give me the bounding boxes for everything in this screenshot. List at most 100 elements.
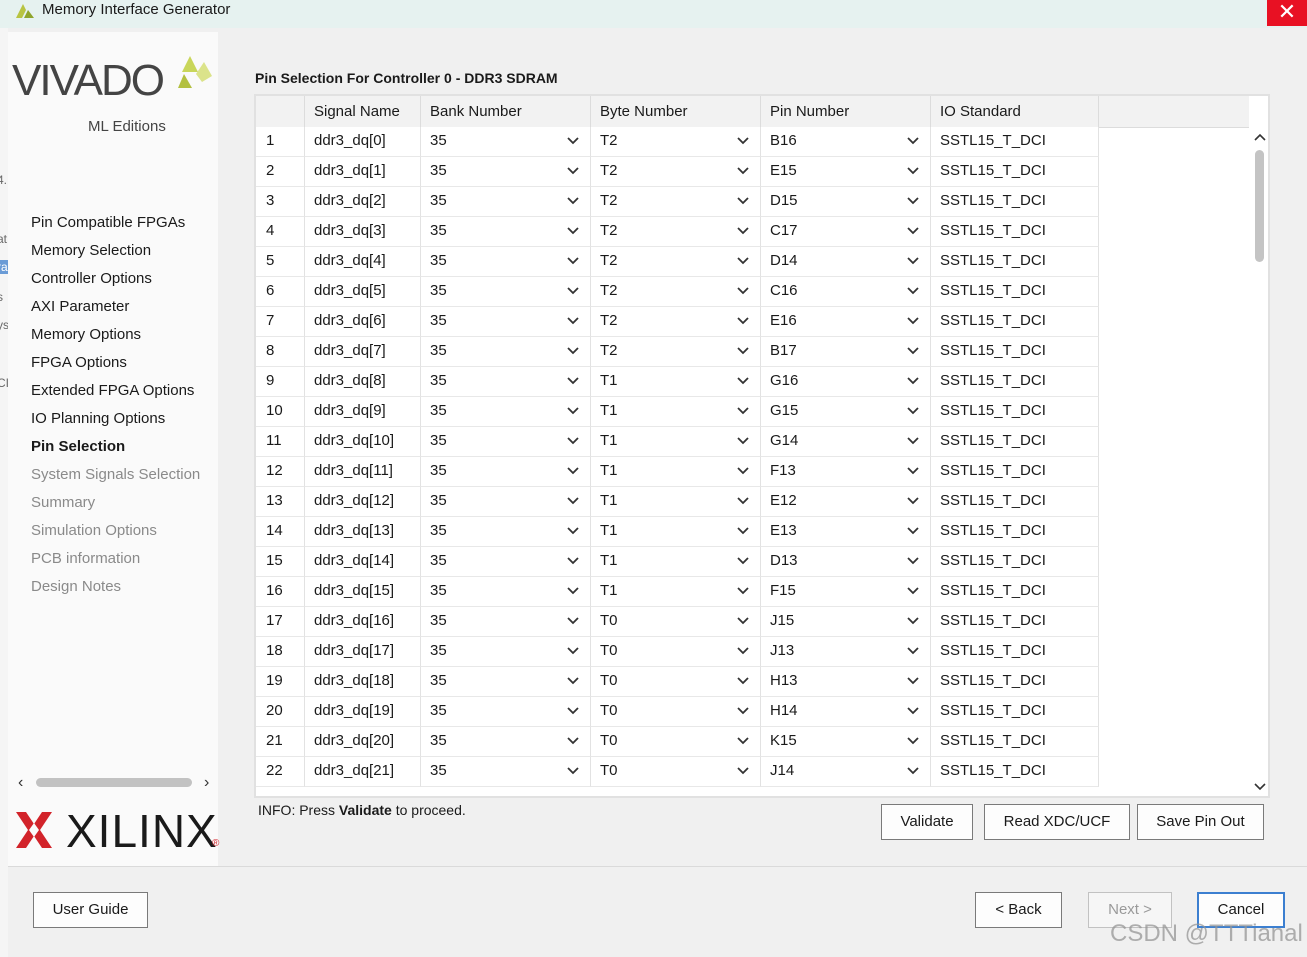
scroll-left-icon[interactable]: ‹ xyxy=(18,774,23,792)
scroll-thumb[interactable] xyxy=(36,778,192,787)
table-row[interactable]: 4 ddr3_dq[3] 35 T2 C17 SSTL15_T_DCI xyxy=(256,217,1249,247)
byte-number-dropdown[interactable]: T0 xyxy=(591,727,761,757)
pin-number-dropdown[interactable]: E13 xyxy=(761,517,931,547)
bank-number-dropdown[interactable]: 35 xyxy=(421,697,591,727)
chevron-down-icon[interactable] xyxy=(566,316,580,326)
nav-item-fpga-options[interactable]: FPGA Options xyxy=(31,353,127,373)
bank-number-dropdown[interactable]: 35 xyxy=(421,127,591,157)
pin-number-dropdown[interactable]: B17 xyxy=(761,337,931,367)
chevron-down-icon[interactable] xyxy=(736,466,750,476)
chevron-down-icon[interactable] xyxy=(906,406,920,416)
scroll-up-icon[interactable] xyxy=(1253,132,1267,142)
byte-number-dropdown[interactable]: T0 xyxy=(591,667,761,697)
table-row[interactable]: 7 ddr3_dq[6] 35 T2 E16 SSTL15_T_DCI xyxy=(256,307,1249,337)
byte-number-dropdown[interactable]: T1 xyxy=(591,487,761,517)
chevron-down-icon[interactable] xyxy=(566,166,580,176)
nav-item-controller-options[interactable]: Controller Options xyxy=(31,269,152,289)
bank-number-dropdown[interactable]: 35 xyxy=(421,487,591,517)
nav-item-io-planning-options[interactable]: IO Planning Options xyxy=(31,409,165,429)
pin-number-dropdown[interactable]: E16 xyxy=(761,307,931,337)
chevron-down-icon[interactable] xyxy=(736,646,750,656)
bank-number-dropdown[interactable]: 35 xyxy=(421,247,591,277)
chevron-down-icon[interactable] xyxy=(906,256,920,266)
chevron-down-icon[interactable] xyxy=(906,466,920,476)
bank-number-dropdown[interactable]: 35 xyxy=(421,547,591,577)
table-row[interactable]: 5 ddr3_dq[4] 35 T2 D14 SSTL15_T_DCI xyxy=(256,247,1249,277)
table-row[interactable]: 6 ddr3_dq[5] 35 T2 C16 SSTL15_T_DCI xyxy=(256,277,1249,307)
nav-item-pin-selection[interactable]: Pin Selection xyxy=(31,437,125,457)
pin-number-dropdown[interactable]: F15 xyxy=(761,577,931,607)
byte-number-dropdown[interactable]: T1 xyxy=(591,427,761,457)
scroll-thumb[interactable] xyxy=(1255,150,1264,262)
scroll-right-icon[interactable]: › xyxy=(204,774,209,792)
pin-number-dropdown[interactable]: H14 xyxy=(761,697,931,727)
chevron-down-icon[interactable] xyxy=(566,706,580,716)
bank-number-dropdown[interactable]: 35 xyxy=(421,277,591,307)
byte-number-dropdown[interactable]: T1 xyxy=(591,367,761,397)
validate-button[interactable]: Validate xyxy=(881,804,973,840)
chevron-down-icon[interactable] xyxy=(906,166,920,176)
chevron-down-icon[interactable] xyxy=(736,196,750,206)
pin-number-dropdown[interactable]: J15 xyxy=(761,607,931,637)
column-header-bank-number[interactable]: Bank Number xyxy=(421,96,591,128)
chevron-down-icon[interactable] xyxy=(736,286,750,296)
byte-number-dropdown[interactable]: T2 xyxy=(591,337,761,367)
chevron-down-icon[interactable] xyxy=(566,496,580,506)
chevron-down-icon[interactable] xyxy=(906,556,920,566)
chevron-down-icon[interactable] xyxy=(566,466,580,476)
column-header-signal-name[interactable]: Signal Name xyxy=(305,96,421,128)
chevron-down-icon[interactable] xyxy=(566,286,580,296)
chevron-down-icon[interactable] xyxy=(566,766,580,776)
bank-number-dropdown[interactable]: 35 xyxy=(421,307,591,337)
bank-number-dropdown[interactable]: 35 xyxy=(421,757,591,787)
pin-number-dropdown[interactable]: B16 xyxy=(761,127,931,157)
chevron-down-icon[interactable] xyxy=(906,706,920,716)
bank-number-dropdown[interactable]: 35 xyxy=(421,337,591,367)
chevron-down-icon[interactable] xyxy=(566,346,580,356)
pin-number-dropdown[interactable]: D15 xyxy=(761,187,931,217)
chevron-down-icon[interactable] xyxy=(736,376,750,386)
chevron-down-icon[interactable] xyxy=(566,376,580,386)
scroll-down-icon[interactable] xyxy=(1253,782,1267,792)
chevron-down-icon[interactable] xyxy=(566,436,580,446)
byte-number-dropdown[interactable]: T2 xyxy=(591,307,761,337)
chevron-down-icon[interactable] xyxy=(906,286,920,296)
chevron-down-icon[interactable] xyxy=(736,166,750,176)
chevron-down-icon[interactable] xyxy=(906,196,920,206)
read-xdc-button[interactable]: Read XDC/UCF xyxy=(984,804,1130,840)
chevron-down-icon[interactable] xyxy=(736,676,750,686)
table-row[interactable]: 12 ddr3_dq[11] 35 T1 F13 SSTL15_T_DCI xyxy=(256,457,1249,487)
chevron-down-icon[interactable] xyxy=(906,376,920,386)
chevron-down-icon[interactable] xyxy=(566,586,580,596)
chevron-down-icon[interactable] xyxy=(566,136,580,146)
user-guide-button[interactable]: User Guide xyxy=(33,892,148,928)
chevron-down-icon[interactable] xyxy=(906,226,920,236)
pin-number-dropdown[interactable]: G16 xyxy=(761,367,931,397)
table-row[interactable]: 3 ddr3_dq[2] 35 T2 D15 SSTL15_T_DCI xyxy=(256,187,1249,217)
chevron-down-icon[interactable] xyxy=(566,256,580,266)
pin-number-dropdown[interactable]: J14 xyxy=(761,757,931,787)
table-row[interactable]: 1 ddr3_dq[0] 35 T2 B16 SSTL15_T_DCI xyxy=(256,127,1249,157)
table-row[interactable]: 11 ddr3_dq[10] 35 T1 G14 SSTL15_T_DCI xyxy=(256,427,1249,457)
nav-item-memory-options[interactable]: Memory Options xyxy=(31,325,141,345)
chevron-down-icon[interactable] xyxy=(736,586,750,596)
chevron-down-icon[interactable] xyxy=(906,346,920,356)
table-row[interactable]: 13 ddr3_dq[12] 35 T1 E12 SSTL15_T_DCI xyxy=(256,487,1249,517)
chevron-down-icon[interactable] xyxy=(736,406,750,416)
pin-number-dropdown[interactable]: K15 xyxy=(761,727,931,757)
chevron-down-icon[interactable] xyxy=(566,196,580,206)
chevron-down-icon[interactable] xyxy=(736,436,750,446)
nav-item-axi-parameter[interactable]: AXI Parameter xyxy=(31,297,129,317)
column-header-byte-number[interactable]: Byte Number xyxy=(591,96,761,128)
table-row[interactable]: 21 ddr3_dq[20] 35 T0 K15 SSTL15_T_DCI xyxy=(256,727,1249,757)
bank-number-dropdown[interactable]: 35 xyxy=(421,607,591,637)
pin-number-dropdown[interactable]: E15 xyxy=(761,157,931,187)
chevron-down-icon[interactable] xyxy=(736,136,750,146)
chevron-down-icon[interactable] xyxy=(736,256,750,266)
chevron-down-icon[interactable] xyxy=(736,766,750,776)
chevron-down-icon[interactable] xyxy=(566,556,580,566)
byte-number-dropdown[interactable]: T1 xyxy=(591,517,761,547)
chevron-down-icon[interactable] xyxy=(566,226,580,236)
nav-item-extended-fpga-options[interactable]: Extended FPGA Options xyxy=(31,381,194,401)
chevron-down-icon[interactable] xyxy=(906,136,920,146)
